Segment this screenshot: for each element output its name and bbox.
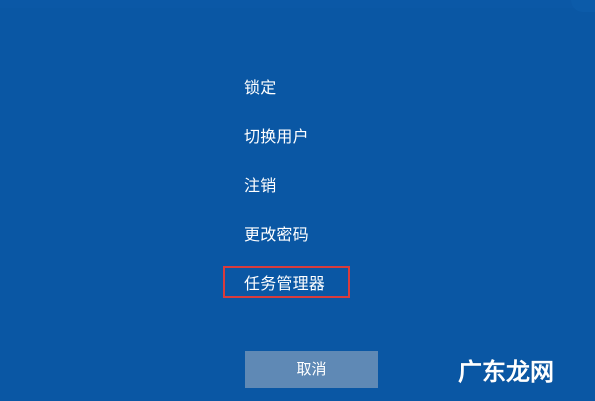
sign-out-option[interactable]: 注销: [244, 175, 276, 197]
top-edge: [0, 0, 595, 8]
corner-decoration: [571, 0, 595, 12]
cancel-button[interactable]: 取消: [245, 351, 378, 388]
change-password-option[interactable]: 更改密码: [244, 224, 309, 246]
security-options-screen: 锁定 切换用户 注销 更改密码 任务管理器 取消 广东龙网: [0, 0, 595, 401]
switch-user-option[interactable]: 切换用户: [244, 126, 309, 148]
watermark-text: 广东龙网: [458, 357, 554, 386]
task-manager-highlight: [223, 266, 350, 298]
lock-option[interactable]: 锁定: [244, 77, 276, 99]
